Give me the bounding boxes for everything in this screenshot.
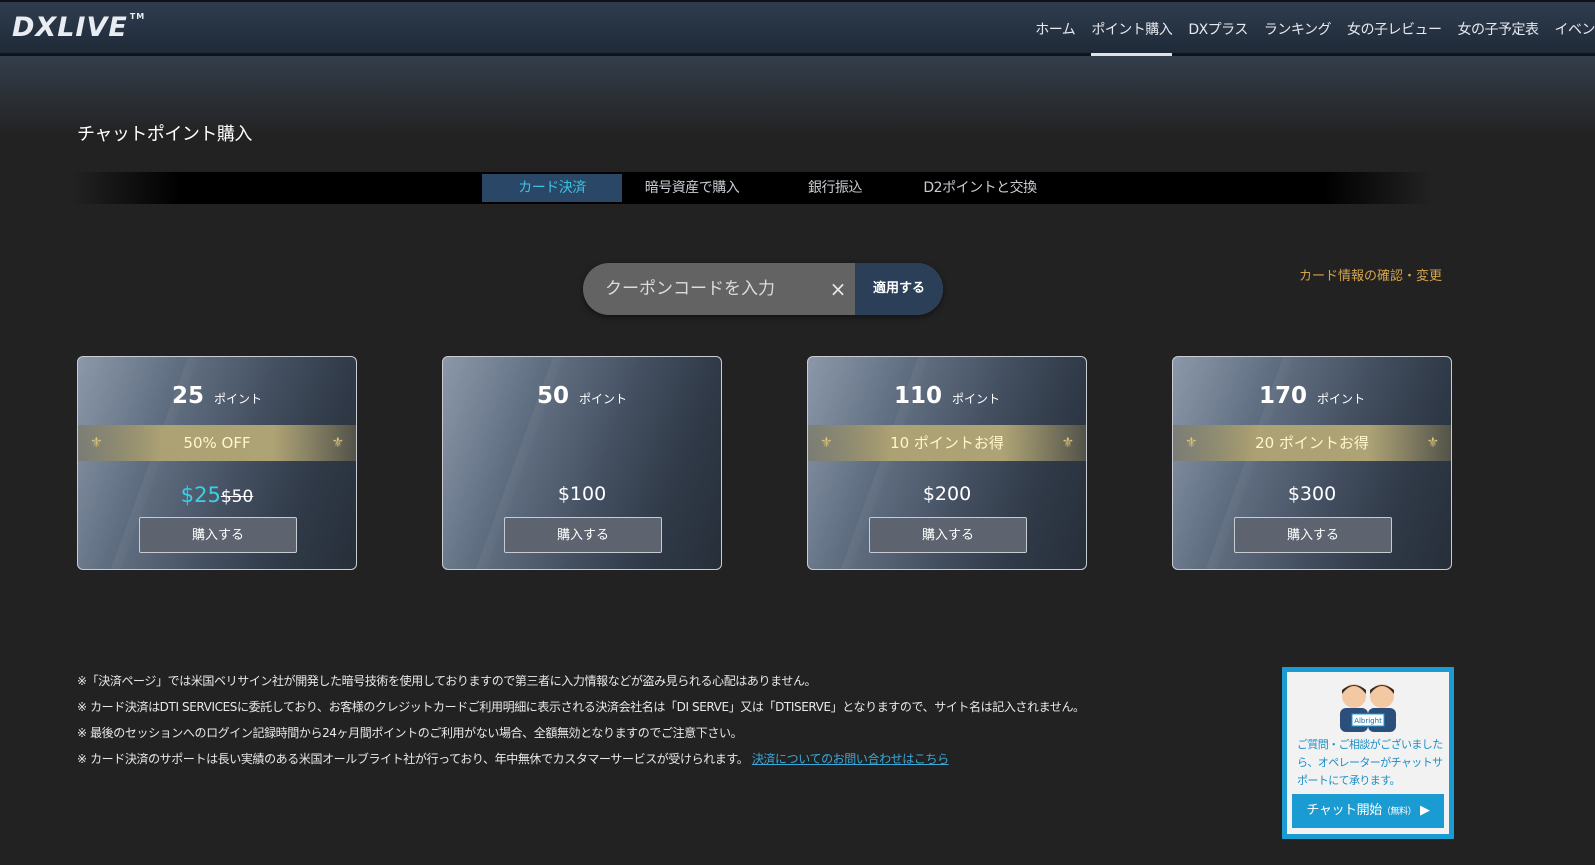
- chat-start-button[interactable]: チャット開始（無料） ▶: [1292, 794, 1444, 828]
- nav-event[interactable]: イベン: [1555, 2, 1595, 56]
- page-title: チャットポイント購入: [77, 124, 252, 145]
- package-card-170: 170 ポイント ⚜ 20 ポイントお得 ⚜ $300 購入する: [1172, 356, 1452, 570]
- ornament-icon: ⚜: [1185, 435, 1198, 451]
- ornament-icon: ⚜: [1061, 435, 1074, 451]
- buy-button-25[interactable]: 購入する: [139, 517, 297, 553]
- chat-start-label: チャット開始: [1306, 803, 1382, 818]
- nav-dx-plus[interactable]: DXプラス: [1188, 2, 1248, 56]
- logo-text: DXLIVE: [12, 12, 128, 43]
- play-arrow-icon: ▶: [1420, 803, 1430, 818]
- points-value: 50: [536, 383, 569, 409]
- note-item: ※ カード決済はDTI SERVICESに委託しており、お客様のクレジットカード…: [77, 700, 1085, 714]
- main-nav: ホーム ポイント購入 DXプラス ランキング 女の子レビュー 女の子予定表 イベ…: [1027, 2, 1595, 56]
- top-navigation-bar: DXLIVE TM ホーム ポイント購入 DXプラス ランキング 女の子レビュー …: [0, 0, 1595, 56]
- tab-card-payment[interactable]: カード決済: [482, 174, 622, 202]
- package-card-50: 50 ポイント $100 購入する: [442, 356, 722, 570]
- ribbon-text: 20 ポイントお得: [1255, 434, 1369, 452]
- points-value: 110: [893, 383, 942, 409]
- operators-avatar-icon: Albright: [1340, 684, 1396, 732]
- note-item: ※「決済ページ」では米国ベリサイン社が開発した暗号技術を使用しておりますので第三…: [77, 674, 817, 688]
- note-text: ※ カード決済のサポートは長い実績のある米国オールブライト社が行っており、年中無…: [77, 752, 749, 766]
- card-info-link[interactable]: カード情報の確認・変更: [1299, 265, 1442, 284]
- original-price: $50: [220, 487, 254, 507]
- ornament-icon: ⚜: [90, 435, 103, 451]
- points-unit: ポイント: [579, 392, 628, 406]
- package-points: 50 ポイント: [443, 383, 721, 409]
- bonus-ribbon: ⚜ 10 ポイントお得 ⚜: [808, 425, 1086, 461]
- chat-support-inner: Albright ご質問・ご相談がございましたら、オペレーターがチャットサポート…: [1287, 672, 1449, 834]
- package-card-25: 25 ポイント ⚜ 50% OFF ⚜ $25$50 購入する: [77, 356, 357, 570]
- coupon-form: × 適用する: [583, 263, 943, 315]
- chat-start-free-label: （無料）: [1381, 807, 1417, 817]
- payment-notes: ※「決済ページ」では米国ベリサイン社が開発した暗号技術を使用しておりますので第三…: [77, 668, 1237, 772]
- coupon-clear-icon[interactable]: ×: [823, 263, 853, 315]
- tab-bank-transfer[interactable]: 銀行振込: [770, 174, 900, 202]
- tab-crypto-payment[interactable]: 暗号資産で購入: [622, 174, 762, 202]
- package-points: 25 ポイント: [78, 383, 356, 409]
- note-item: ※ 最後のセッションへのログイン記録時間から24ヶ月間ポイントのご利用がない場合…: [77, 726, 743, 740]
- note-item: ※ カード決済のサポートは長い実績のある米国オールブライト社が行っており、年中無…: [77, 746, 1237, 772]
- buy-button-50[interactable]: 購入する: [504, 517, 662, 553]
- package-price: $25$50: [78, 483, 356, 507]
- ornament-icon: ⚜: [331, 435, 344, 451]
- buy-button-170[interactable]: 購入する: [1234, 517, 1392, 553]
- package-card-110: 110 ポイント ⚜ 10 ポイントお得 ⚜ $200 購入する: [807, 356, 1087, 570]
- dxlive-logo[interactable]: DXLIVE TM: [12, 12, 145, 43]
- package-price: $200: [922, 483, 972, 505]
- coupon-code-input[interactable]: [583, 263, 823, 315]
- chat-support-box: Albright ご質問・ご相談がございましたら、オペレーターがチャットサポート…: [1282, 667, 1454, 839]
- ornament-icon: ⚜: [820, 435, 833, 451]
- discount-ribbon: ⚜ 50% OFF ⚜: [78, 425, 356, 461]
- support-description: ご質問・ご相談がございましたら、オペレーターがチャットサポートにて承ります。: [1297, 738, 1443, 787]
- package-points: 110 ポイント: [808, 383, 1086, 409]
- albright-badge: Albright: [1354, 717, 1382, 725]
- points-value: 25: [171, 383, 204, 409]
- nav-home[interactable]: ホーム: [1035, 2, 1076, 56]
- ribbon-text: 10 ポイントお得: [890, 434, 1004, 452]
- package-price: $300: [1287, 483, 1337, 505]
- nav-girl-schedule[interactable]: 女の子予定表: [1458, 2, 1540, 56]
- coupon-apply-button[interactable]: 適用する: [855, 263, 943, 315]
- nav-girl-review[interactable]: 女の子レビュー: [1347, 2, 1442, 56]
- package-price: $100: [557, 483, 607, 505]
- points-unit: ポイント: [952, 392, 1001, 406]
- tab-d2-point-exchange[interactable]: D2ポイントと交換: [905, 174, 1055, 202]
- payment-inquiry-link[interactable]: 決済についてのお問い合わせはこちら: [752, 752, 949, 766]
- points-value: 170: [1258, 383, 1307, 409]
- package-points: 170 ポイント: [1173, 383, 1451, 409]
- sale-price: $25: [180, 483, 221, 507]
- nav-point-purchase[interactable]: ポイント購入: [1091, 2, 1173, 56]
- points-unit: ポイント: [1317, 392, 1366, 406]
- points-unit: ポイント: [214, 392, 263, 406]
- bonus-ribbon: ⚜ 20 ポイントお得 ⚜: [1173, 425, 1451, 461]
- nav-ranking[interactable]: ランキング: [1264, 2, 1332, 56]
- logo-trademark: TM: [129, 12, 146, 21]
- buy-button-110[interactable]: 購入する: [869, 517, 1027, 553]
- ornament-icon: ⚜: [1426, 435, 1439, 451]
- ribbon-text: 50% OFF: [183, 434, 251, 452]
